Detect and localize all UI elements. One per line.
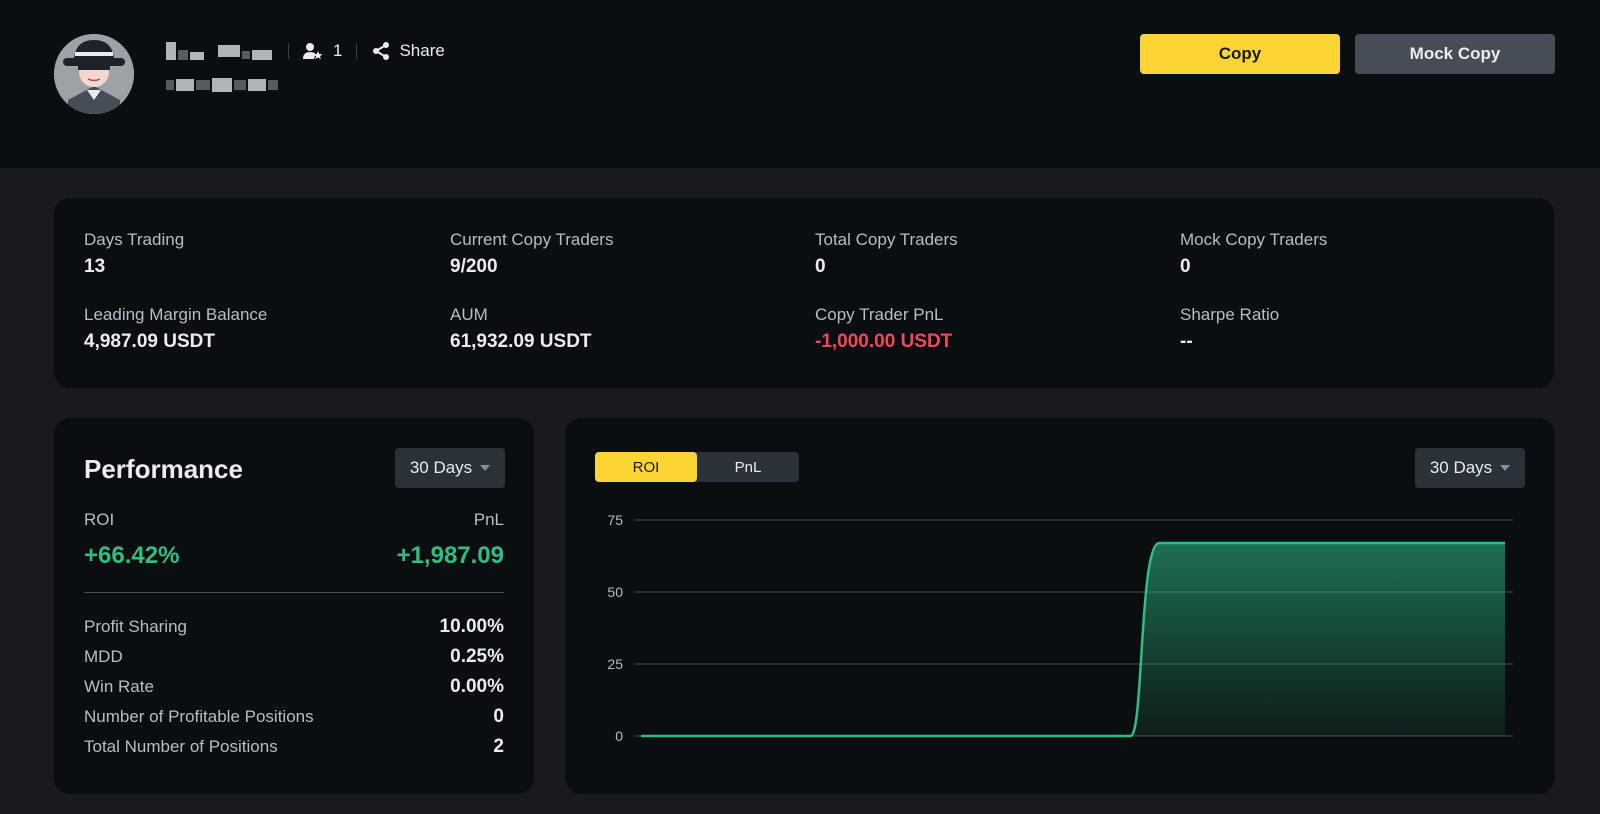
period-select-value: 30 Days — [409, 458, 473, 477]
share-button[interactable]: Share — [371, 41, 445, 61]
trader-name-redacted — [166, 42, 274, 60]
metric-total-positions: Total Number of Positions 2 — [84, 732, 504, 762]
follower-count-value: 1 — [333, 41, 343, 60]
stat-label: Days Trading — [84, 230, 185, 249]
metric-label: MDD — [84, 647, 123, 666]
stats-card: Days Trading 13 Current Copy Traders 9/2… — [54, 198, 1554, 388]
roi-label: ROI — [84, 510, 115, 529]
copy-button[interactable]: Copy — [1140, 34, 1340, 74]
metric-label: Profit Sharing — [84, 617, 187, 636]
stat-label: Mock Copy Traders — [1180, 230, 1328, 249]
metric-value: 2 — [493, 736, 504, 757]
pnl-value: +1,987.09 — [396, 542, 504, 569]
stat-value: -1,000.00 USDT — [815, 331, 953, 352]
stat-current-copy-traders: Current Copy Traders 9/200 — [450, 230, 613, 278]
avatar[interactable] — [54, 34, 134, 114]
roi-value: +66.42% — [84, 542, 180, 569]
y-tick-label: 50 — [607, 584, 623, 600]
stat-value: 13 — [84, 256, 106, 277]
divider — [356, 43, 358, 59]
stat-value: 0 — [1180, 256, 1191, 277]
performance-title: Performance — [84, 454, 243, 484]
stat-mock-copy-traders: Mock Copy Traders 0 — [1180, 230, 1327, 278]
profile-header: 1 Share Copy Mock Copy — [0, 0, 1600, 168]
share-label: Share — [399, 41, 445, 60]
share-icon — [373, 42, 390, 60]
stat-label: Copy Trader PnL — [815, 305, 944, 324]
mock-copy-button[interactable]: Mock Copy — [1355, 34, 1555, 74]
metric-mdd: MDD 0.25% — [84, 642, 504, 672]
stat-aum: AUM 61,932.09 USDT — [450, 305, 592, 353]
divider — [84, 592, 504, 593]
y-tick-label: 0 — [615, 728, 623, 744]
stat-label: Sharpe Ratio — [1180, 305, 1280, 324]
y-tick-label: 25 — [607, 656, 623, 672]
divider — [288, 43, 289, 59]
stat-value: 61,932.09 USDT — [450, 331, 592, 352]
metric-label: Total Number of Positions — [84, 737, 278, 756]
y-tick-label: 75 — [607, 512, 623, 528]
metric-value: 0 — [493, 706, 504, 727]
stat-value: 4,987.09 USDT — [84, 331, 215, 352]
stat-label: Current Copy Traders — [450, 230, 614, 249]
metric-value: 10.00% — [439, 616, 504, 637]
performance-card: Performance 30 Days ROI PnL +66.42% +1,9… — [54, 418, 534, 794]
trader-id-redacted — [166, 78, 280, 92]
stat-sharpe-ratio: Sharpe Ratio -- — [1180, 305, 1279, 353]
stat-value: 0 — [815, 256, 826, 277]
trader-name-row: 1 Share — [166, 36, 445, 66]
follower-count: 1 — [303, 41, 342, 61]
stat-copy-trader-pnl: Copy Trader PnL -1,000.00 USDT — [815, 305, 952, 353]
stat-label: Leading Margin Balance — [84, 305, 268, 324]
stat-leading-margin-balance: Leading Margin Balance 4,987.09 USDT — [84, 305, 267, 353]
stat-label: Total Copy Traders — [815, 230, 958, 249]
stat-label: AUM — [450, 305, 488, 324]
metric-value: 0.00% — [450, 676, 504, 697]
stat-days-trading: Days Trading 13 — [84, 230, 184, 278]
stat-value: 9/200 — [450, 256, 498, 277]
metric-profitable-positions: Number of Profitable Positions 0 — [84, 702, 504, 732]
user-star-icon — [303, 43, 323, 60]
metric-profit-sharing: Profit Sharing 10.00% — [84, 612, 504, 642]
caret-down-icon — [480, 465, 491, 471]
incognito-avatar-icon — [54, 34, 134, 114]
metric-win-rate: Win Rate 0.00% — [84, 672, 504, 702]
metric-label: Win Rate — [84, 677, 154, 696]
chart-card: ROI PnL 30 Days 0 25 50 75 — [565, 418, 1555, 794]
roi-area-fill — [641, 543, 1505, 736]
metric-value: 0.25% — [450, 646, 504, 667]
pnl-label: PnL — [473, 510, 504, 529]
stat-total-copy-traders: Total Copy Traders 0 — [815, 230, 958, 278]
metric-label: Number of Profitable Positions — [84, 707, 314, 726]
performance-period-select[interactable]: 30 Days — [395, 448, 505, 488]
roi-area-chart: 0 25 50 75 — [607, 512, 1513, 744]
stat-value: -- — [1180, 331, 1193, 352]
